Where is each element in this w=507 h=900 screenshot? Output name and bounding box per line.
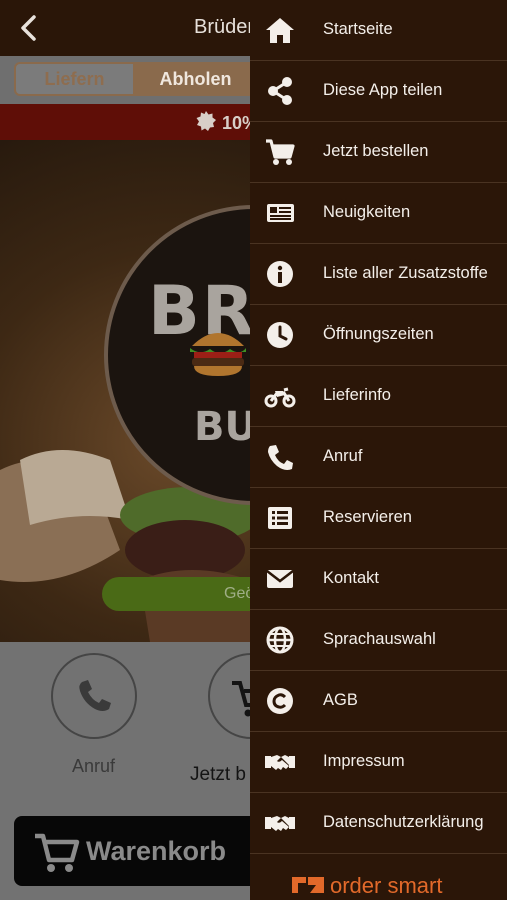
menu-label: Datenschutzerklärung [323,813,484,831]
handshake-icon [265,816,295,831]
menu-item-share[interactable]: Diese App teilen [250,61,507,122]
menu-label: AGB [323,691,358,709]
menu-item-reserve[interactable]: Reservieren [250,488,507,549]
back-button[interactable] [14,12,44,44]
menu-label: Anruf [323,447,363,465]
list-icon [268,507,292,529]
tab-pickup[interactable]: Abholen [135,62,256,96]
phone-icon [268,445,293,470]
order-smart-logo [292,877,324,893]
globe-icon [266,626,294,654]
menu-item-hours[interactable]: Öffnungszeiten [250,305,507,366]
order-label: Jetzt b [190,764,246,785]
home-icon [266,18,294,43]
envelope-icon [266,570,294,588]
menu-label: Lieferinfo [323,386,391,404]
clock-icon [267,322,293,348]
badge-icon [196,111,216,131]
cart-label: Warenkorb [86,836,227,866]
motorcycle-icon [264,387,296,408]
menu-item-call[interactable]: Anruf [250,427,507,488]
cart-icon [266,139,295,165]
menu-item-order[interactable]: Jetzt bestellen [250,122,507,183]
chevron-left-icon [21,15,36,41]
menu-label: Startseite [323,20,393,38]
menu-label: Öffnungszeiten [323,325,434,343]
menu-item-privacy[interactable]: Datenschutzerklärung [250,793,507,854]
menu-item-news[interactable]: Neuigkeiten [250,183,507,244]
menu-item-language[interactable]: Sprachauswahl [250,610,507,671]
cart-icon [35,833,80,872]
info-icon [267,261,293,287]
menu-label: Jetzt bestellen [323,142,429,160]
call-button[interactable] [51,653,137,739]
copyright-icon [267,688,293,714]
navigation-drawer: Startseite Diese App teilen Jetzt bestel… [250,0,507,900]
burger-icon [190,333,246,376]
menu-item-additives[interactable]: Liste aller Zusatzstoffe [250,244,507,305]
call-label: Anruf [72,756,116,776]
menu-label: Reservieren [323,508,412,526]
news-icon [267,204,294,222]
menu-item-terms[interactable]: AGB [250,671,507,732]
menu-label: Sprachauswahl [323,630,436,648]
tab-deliver[interactable]: Liefern [14,62,135,96]
share-icon [268,77,292,105]
menu-item-imprint[interactable]: Impressum [250,732,507,793]
menu-label: Diese App teilen [323,81,443,99]
menu-item-startseite[interactable]: Startseite [250,0,507,61]
menu-label: Impressum [323,752,405,770]
menu-label: Kontakt [323,569,379,587]
app-title: Brüder [194,16,255,38]
brand-name: order smart [330,873,443,898]
handshake-icon [265,755,295,770]
menu-label: Neuigkeiten [323,203,411,221]
menu-item-delivery[interactable]: Lieferinfo [250,366,507,427]
menu-item-contact[interactable]: Kontakt [250,549,507,610]
menu-label: Liste aller Zusatzstoffe [323,264,488,282]
phone-icon [79,680,111,711]
